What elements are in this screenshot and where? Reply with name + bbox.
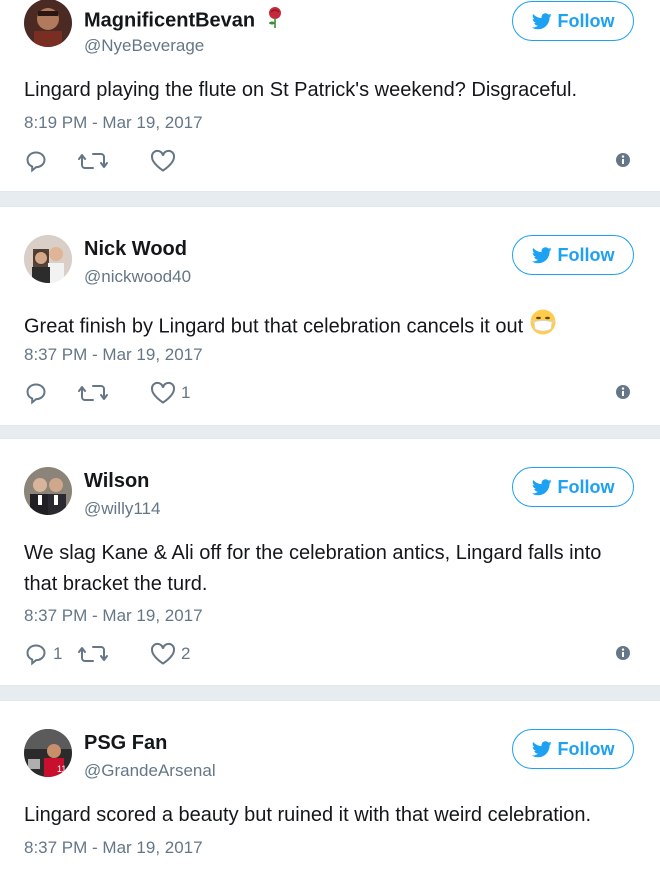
avatar[interactable]: [24, 467, 72, 515]
display-name[interactable]: PSG Fan: [84, 732, 167, 755]
info-icon[interactable]: [615, 152, 631, 173]
tweet-actions: 1: [24, 380, 230, 406]
reply-button[interactable]: [24, 149, 78, 173]
follow-label: Follow: [557, 10, 615, 31]
info-icon[interactable]: [615, 645, 631, 666]
info-icon[interactable]: [615, 384, 631, 405]
tweet-timestamp[interactable]: 8:37 PM - Mar 19, 2017: [24, 838, 203, 858]
retweet-icon: [78, 646, 108, 662]
like-count: 1: [181, 383, 191, 402]
like-count: 2: [181, 644, 191, 663]
user-handle[interactable]: @nickwood40: [84, 267, 191, 287]
like-button[interactable]: [150, 149, 230, 173]
heart-icon: [151, 149, 175, 172]
reply-icon: [26, 151, 46, 173]
tweet-timestamp[interactable]: 8:37 PM - Mar 19, 2017: [24, 345, 203, 365]
follow-label: Follow: [557, 476, 615, 497]
reply-icon: [26, 644, 46, 666]
twitter-bird-icon: [531, 12, 552, 29]
reply-count: 1: [53, 644, 63, 663]
avatar[interactable]: 11: [24, 729, 72, 777]
avatar[interactable]: [24, 235, 72, 283]
user-handle[interactable]: @NyeBeverage: [84, 36, 204, 56]
avatar[interactable]: [24, 0, 72, 47]
svg-text:11: 11: [57, 764, 66, 774]
tweet-card: Nick Wood @nickwood40 Follow Great finis…: [0, 206, 660, 426]
like-button[interactable]: 2: [150, 642, 230, 666]
follow-button[interactable]: Follow: [512, 1, 634, 41]
reply-button[interactable]: 1: [24, 642, 78, 666]
retweet-button[interactable]: [78, 642, 150, 666]
display-name[interactable]: Wilson: [84, 470, 149, 493]
retweet-icon: [78, 385, 108, 401]
rose-emoji: [267, 7, 283, 35]
retweet-button[interactable]: [78, 381, 150, 405]
heart-icon: [151, 381, 175, 404]
tweet-timestamp[interactable]: 8:19 PM - Mar 19, 2017: [24, 113, 203, 133]
follow-button[interactable]: Follow: [512, 235, 634, 275]
tweet-feed: MagnificentBevan @NyeBeverage Follow Lin…: [0, 0, 660, 875]
twitter-bird-icon: [531, 478, 552, 495]
follow-button[interactable]: Follow: [512, 729, 634, 769]
heart-icon: [151, 642, 175, 665]
retweet-button[interactable]: [78, 149, 150, 173]
display-name[interactable]: Nick Wood: [84, 238, 187, 261]
tweet-actions: [24, 148, 230, 174]
reply-icon: [26, 383, 46, 405]
tweet-timestamp[interactable]: 8:37 PM - Mar 19, 2017: [24, 606, 203, 626]
follow-label: Follow: [557, 738, 615, 759]
tweet-card: 11 PSG Fan @GrandeArsenal Follow Lingard…: [0, 700, 660, 875]
tweet-text: Great finish by Lingard but that celebra…: [24, 308, 639, 346]
like-button[interactable]: 1: [150, 381, 230, 405]
tweet-actions: 1 2: [24, 641, 230, 667]
twitter-bird-icon: [531, 740, 552, 757]
tweet-card: MagnificentBevan @NyeBeverage Follow Lin…: [0, 0, 660, 192]
retweet-icon: [78, 153, 108, 169]
tweet-text: We slag Kane & Ali off for the celebrati…: [24, 542, 602, 595]
tweet-card: Wilson @willy114 Follow We slag Kane & A…: [0, 438, 660, 686]
display-name[interactable]: MagnificentBevan: [84, 7, 283, 35]
follow-label: Follow: [557, 244, 615, 265]
user-handle[interactable]: @GrandeArsenal: [84, 761, 216, 781]
mask-face-emoji: [529, 308, 557, 346]
user-handle[interactable]: @willy114: [84, 499, 160, 519]
tweet-text: Lingard scored a beauty but ruined it wi…: [24, 804, 592, 826]
twitter-bird-icon: [531, 246, 552, 263]
follow-button[interactable]: Follow: [512, 467, 634, 507]
reply-button[interactable]: [24, 381, 78, 405]
tweet-text: Lingard playing the flute on St Patrick'…: [24, 79, 578, 101]
